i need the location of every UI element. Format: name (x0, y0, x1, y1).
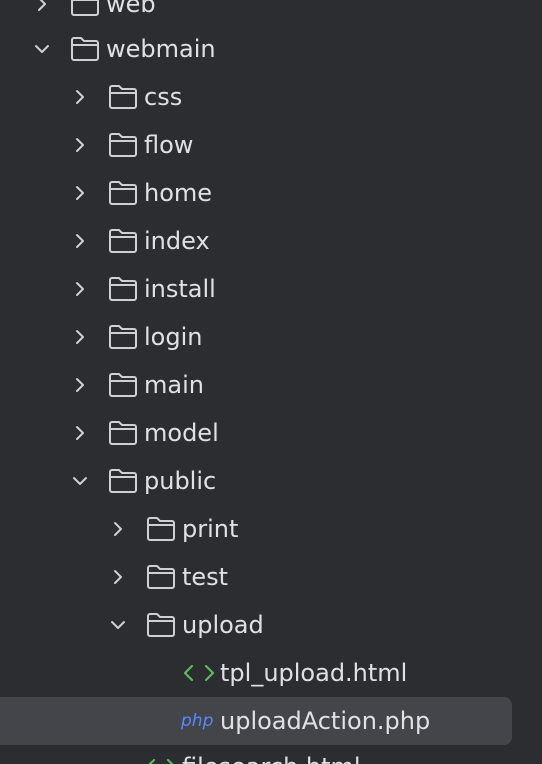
chevron-right-icon[interactable] (70, 279, 90, 299)
tree-item-upload[interactable]: upload (0, 601, 542, 649)
tree-item-label: login (144, 323, 203, 351)
tree-item-public[interactable]: public (0, 457, 542, 505)
folder-icon (146, 611, 176, 639)
tree-item-label: test (182, 563, 229, 591)
folder-icon (146, 563, 176, 591)
tree-item-main[interactable]: main (0, 361, 542, 409)
project-file-tree: web webmain css flow home index install … (0, 0, 542, 764)
chevron-right-icon[interactable] (70, 423, 90, 443)
chevron-right-icon[interactable] (32, 0, 52, 14)
tree-item-label: upload (182, 611, 264, 639)
chevron-right-icon[interactable] (108, 519, 128, 539)
tree-item-uploadaction-php[interactable]: php uploadAction.php (0, 697, 542, 745)
tree-item-label: model (144, 419, 219, 447)
folder-icon (70, 0, 100, 18)
tree-item-label: public (144, 467, 217, 495)
tree-item-label: main (144, 371, 204, 399)
chevron-down-icon[interactable] (108, 615, 128, 635)
tree-item-label: uploadAction.php (220, 707, 431, 735)
tree-item-css[interactable]: css (0, 73, 542, 121)
tree-item-flow[interactable]: flow (0, 121, 542, 169)
chevron-right-icon[interactable] (70, 327, 90, 347)
tree-item-tpl-upload-html[interactable]: tpl_upload.html (0, 649, 542, 697)
folder-icon (108, 323, 138, 351)
tree-item-label: filesearch.html (182, 743, 361, 764)
tree-item-label: index (144, 227, 210, 255)
tree-item-print[interactable]: print (0, 505, 542, 553)
chevron-right-icon[interactable] (70, 183, 90, 203)
tree-item-login[interactable]: login (0, 313, 542, 361)
php-file-icon: php (181, 711, 214, 731)
chevron-right-icon[interactable] (70, 87, 90, 107)
folder-icon (146, 515, 176, 543)
tree-item-label: web (106, 0, 156, 18)
html-file-icon (182, 661, 216, 685)
tree-item-filesearch-html[interactable]: filesearch.html (0, 743, 542, 764)
tree-item-label: install (144, 275, 216, 303)
folder-icon (108, 467, 138, 495)
folder-icon (108, 83, 138, 111)
chevron-down-icon[interactable] (32, 39, 52, 59)
chevron-right-icon[interactable] (70, 231, 90, 251)
tree-item-webmain[interactable]: webmain (0, 25, 542, 73)
folder-icon (108, 179, 138, 207)
tree-item-install[interactable]: install (0, 265, 542, 313)
tree-item-label: flow (144, 131, 194, 159)
folder-icon (108, 227, 138, 255)
folder-icon (70, 35, 100, 63)
tree-item-label: tpl_upload.html (220, 659, 408, 687)
chevron-right-icon[interactable] (108, 567, 128, 587)
folder-icon (108, 131, 138, 159)
tree-item-home[interactable]: home (0, 169, 542, 217)
folder-icon (108, 419, 138, 447)
chevron-right-icon[interactable] (70, 375, 90, 395)
tree-item-label: print (182, 515, 239, 543)
chevron-down-icon[interactable] (70, 471, 90, 491)
chevron-right-icon[interactable] (70, 135, 90, 155)
tree-item-test[interactable]: test (0, 553, 542, 601)
tree-item-index[interactable]: index (0, 217, 542, 265)
html-file-icon (144, 755, 178, 764)
tree-item-label: home (144, 179, 213, 207)
folder-icon (108, 371, 138, 399)
folder-icon (108, 275, 138, 303)
tree-item-label: webmain (106, 35, 216, 63)
tree-item-model[interactable]: model (0, 409, 542, 457)
tree-item-label: css (144, 83, 183, 111)
tree-item-web[interactable]: web (0, 0, 542, 28)
